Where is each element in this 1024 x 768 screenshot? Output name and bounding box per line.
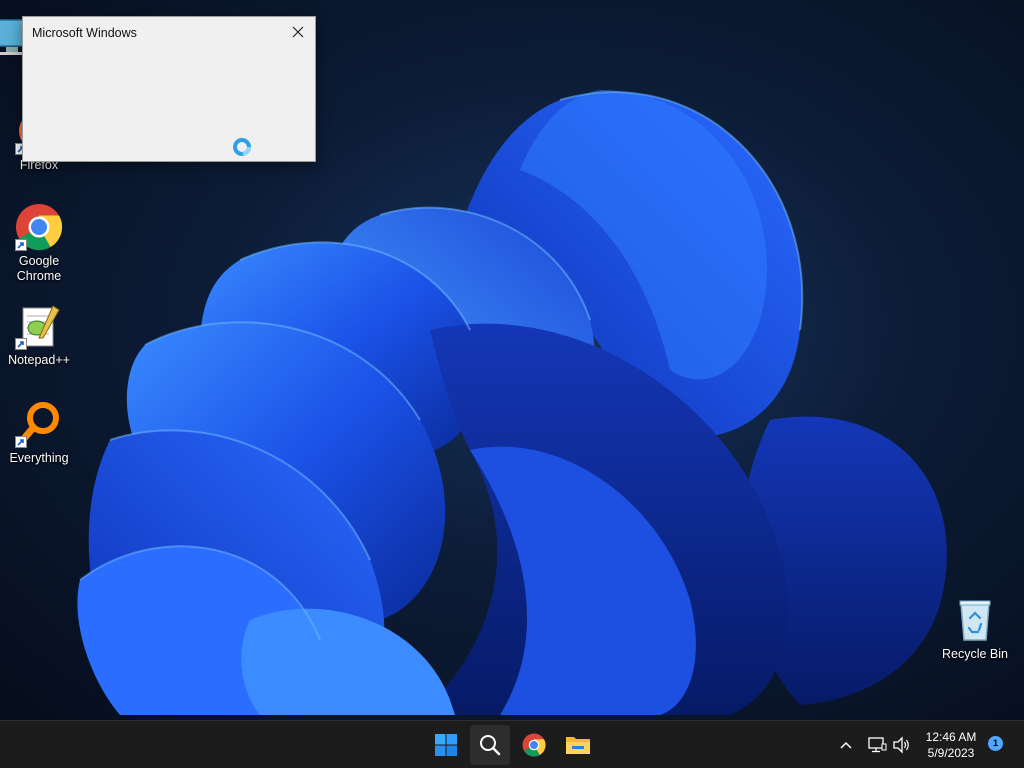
desktop-icon-label: Notepad++ [8, 353, 70, 367]
microsoft-windows-dialog[interactable]: Microsoft Windows [22, 16, 316, 162]
windows-start-icon [435, 734, 457, 756]
network-icon[interactable] [867, 735, 887, 755]
recycle-bin-icon [951, 596, 999, 644]
notepad-plus-plus-icon [15, 302, 63, 350]
desktop-icon-everything[interactable]: Everything [1, 400, 77, 466]
search-icon [480, 735, 501, 756]
desktop[interactable]: My Firefox G [0, 0, 1024, 720]
chevron-up-icon[interactable] [836, 735, 856, 755]
volume-icon[interactable] [892, 735, 912, 755]
clock-date: 5/9/2023 [927, 746, 975, 760]
clock-time: 12:46 AM [925, 730, 977, 744]
folder-icon [566, 737, 590, 754]
close-icon[interactable] [285, 21, 311, 43]
system-clock[interactable]: 12:46 AM 5/9/2023 [918, 729, 984, 761]
desktop-icon-label: Recycle Bin [942, 647, 1008, 661]
shortcut-arrow-icon [15, 338, 27, 350]
search-button[interactable] [470, 725, 510, 765]
shortcut-arrow-icon [15, 239, 27, 251]
taskbar-chrome-button[interactable] [514, 725, 554, 765]
everything-search-icon [15, 400, 63, 448]
loading-spinner-icon [232, 137, 252, 157]
chrome-icon [522, 733, 546, 757]
desktop-icon-google-chrome[interactable]: Google Chrome [1, 203, 77, 284]
shortcut-arrow-icon [15, 436, 27, 448]
dialog-title: Microsoft Windows [32, 26, 137, 40]
start-button[interactable] [426, 725, 466, 765]
desktop-icon-recycle-bin[interactable]: Recycle Bin [937, 596, 1013, 662]
chrome-icon [15, 203, 63, 251]
desktop-icon-label: Everything [9, 451, 69, 465]
file-explorer-button[interactable] [558, 725, 598, 765]
taskbar: 12:46 AM 5/9/2023 [0, 720, 1024, 768]
desktop-icon-label: Google Chrome [16, 254, 62, 283]
notification-badge[interactable]: 1 [988, 736, 1003, 751]
desktop-icon-notepad-plus-plus[interactable]: Notepad++ [1, 302, 77, 368]
